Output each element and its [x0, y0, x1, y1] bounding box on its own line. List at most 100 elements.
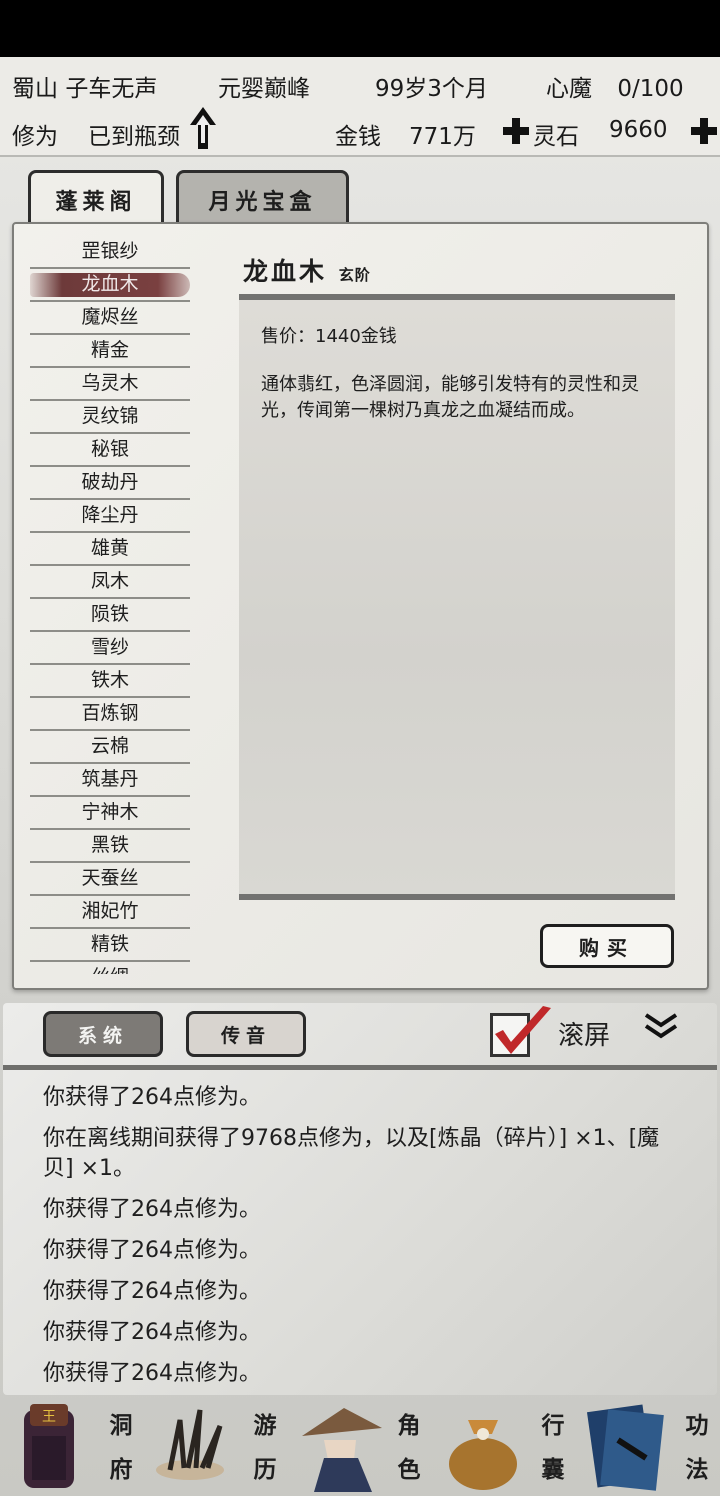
double-chevron-down-icon[interactable]: [643, 1011, 679, 1041]
list-item[interactable]: 秘银: [30, 434, 190, 467]
nav-label: 游历: [253, 1412, 277, 1483]
nav-cave-residence[interactable]: 王 洞府: [0, 1396, 144, 1496]
item-title: 龙血木 玄阶: [243, 252, 371, 288]
log-message: 你在离线期间获得了9768点修为，以及[炼晶（碎片）] ×1、[魔贝] ×1。: [43, 1126, 660, 1181]
nav-skills[interactable]: 功法: [576, 1396, 720, 1496]
item-label: 精铁: [90, 933, 129, 955]
tab-moonlight-box[interactable]: 月光宝盒: [176, 170, 349, 226]
nav-label: 洞府: [109, 1412, 133, 1483]
item-label: 乌灵木: [81, 372, 139, 394]
travel-icon: [156, 1409, 224, 1480]
list-item-selected[interactable]: 龙血木: [30, 269, 190, 302]
item-label: 凤木: [90, 570, 129, 592]
item-label: 陨铁: [90, 603, 129, 625]
list-item[interactable]: 凤木: [30, 566, 190, 599]
log-message: 你获得了264点修为。: [43, 1279, 261, 1304]
item-label: 筑基丹: [81, 768, 139, 790]
checkmark-icon: [495, 1006, 551, 1054]
heart-demon-value: 0/100: [617, 76, 684, 102]
nav-label: 功法: [685, 1412, 709, 1483]
add-money-icon[interactable]: [502, 117, 530, 145]
list-item[interactable]: 天蚕丝: [30, 863, 190, 896]
cultivation-label: 修为: [12, 124, 58, 150]
item-description: 通体翡红，色泽圆润，能够引发特有的灵性和灵光，传闻第一棵树乃真龙之血凝结而成。: [261, 374, 639, 421]
location-name-row: 蜀山 子车无声: [12, 69, 157, 103]
system-status-bar: [0, 0, 720, 57]
item-label: 秘银: [90, 438, 129, 460]
list-item[interactable]: 雪纱: [30, 632, 190, 665]
realm-label: 元婴巅峰: [218, 76, 310, 102]
item-label: 天蚕丝: [81, 867, 139, 889]
list-item[interactable]: 黑铁: [30, 830, 190, 863]
inventory-bag-icon: [449, 1420, 517, 1490]
svg-text:王: 王: [42, 1409, 56, 1425]
log-message: 你获得了264点修为。: [43, 1197, 261, 1222]
nav-character[interactable]: 角色: [288, 1396, 432, 1496]
character-name: 子车无声: [65, 76, 158, 102]
item-name: 龙血木: [243, 257, 328, 286]
nav-travel[interactable]: 游历: [144, 1396, 288, 1496]
list-item[interactable]: 丝绸: [30, 962, 190, 974]
list-item[interactable]: 乌灵木: [30, 368, 190, 401]
list-item[interactable]: 筑基丹: [30, 764, 190, 797]
buy-button[interactable]: 购买: [540, 924, 674, 968]
log-message: 你获得了264点修为。: [43, 1238, 261, 1263]
log-message: 你获得了264点修为。: [43, 1361, 261, 1386]
item-label: 龙血木: [81, 273, 139, 295]
list-item[interactable]: 灵纹锦: [30, 401, 190, 434]
list-item[interactable]: 降尘丹: [30, 500, 190, 533]
item-label: 云棉: [90, 735, 129, 757]
heart-demon: 心魔 0/100: [546, 69, 684, 103]
auto-scroll-checkbox[interactable]: [490, 1006, 551, 1057]
log-message: 你获得了264点修为。: [43, 1085, 261, 1110]
list-item[interactable]: 湘妃竹: [30, 896, 190, 929]
nav-label: 行囊: [541, 1412, 565, 1483]
spirit-stone-label: 灵石: [533, 124, 579, 150]
auto-scroll-label: 滚屏: [558, 1021, 611, 1051]
list-item[interactable]: 百炼钢: [30, 698, 190, 731]
list-item[interactable]: 破劫丹: [30, 467, 190, 500]
character-info-bar: 蜀山 子车无声 元婴巅峰 99岁3个月 心魔 0/100 修为 已到瓶颈 金钱 …: [0, 57, 720, 157]
item-label: 雪纱: [90, 636, 129, 658]
item-grade: 玄阶: [338, 266, 371, 284]
message-list[interactable]: 你获得了264点修为。 你在离线期间获得了9768点修为，以及[炼晶（碎片）] …: [43, 1083, 683, 1400]
list-item[interactable]: 雄黄: [30, 533, 190, 566]
item-price: 售价：1440金钱: [261, 326, 397, 347]
list-item[interactable]: 宁神木: [30, 797, 190, 830]
divider: [3, 1065, 717, 1070]
item-label: 黑铁: [90, 834, 129, 856]
list-item[interactable]: 罡银纱: [30, 236, 190, 269]
nav-inventory[interactable]: 行囊: [432, 1396, 576, 1496]
message-log-panel: 系统 传音 滚屏 你获得了264点修为。 你在离线期间获得了9768点修为，以及…: [3, 1003, 717, 1395]
item-label: 罡银纱: [81, 240, 139, 262]
item-label: 湘妃竹: [81, 900, 139, 922]
list-item[interactable]: 云棉: [30, 731, 190, 764]
add-spirit-stone-icon[interactable]: [690, 117, 718, 145]
item-label: 铁木: [90, 669, 129, 691]
skill-book-icon: [586, 1404, 664, 1491]
item-list[interactable]: 罡银纱 龙血木 魔烬丝 精金 乌灵木 灵纹锦 秘银 破劫丹 降尘丹 雄黄 凤木 …: [30, 236, 190, 974]
money-value: 771万: [409, 124, 476, 150]
cave-residence-icon: 王: [24, 1404, 74, 1488]
item-label: 破劫丹: [81, 471, 139, 493]
list-item[interactable]: 精铁: [30, 929, 190, 962]
list-item[interactable]: 精金: [30, 335, 190, 368]
shop-panel: 罡银纱 龙血木 魔烬丝 精金 乌灵木 灵纹锦 秘银 破劫丹 降尘丹 雄黄 凤木 …: [12, 222, 709, 990]
tab-system[interactable]: 系统: [43, 1011, 163, 1057]
tab-penglai-pavilion[interactable]: 蓬莱阁: [28, 170, 164, 226]
item-label: 雄黄: [90, 537, 129, 559]
item-label: 宁神木: [81, 801, 139, 823]
item-label: 丝绸: [91, 966, 129, 974]
tab-voice-message[interactable]: 传音: [186, 1011, 306, 1057]
list-item[interactable]: 陨铁: [30, 599, 190, 632]
item-label: 百炼钢: [81, 702, 139, 724]
bottom-navigation: 王 洞府 游历 角色 行囊 功法: [0, 1396, 720, 1496]
spirit-stone-value: 9660: [609, 117, 668, 143]
list-item[interactable]: 魔烬丝: [30, 302, 190, 335]
item-label: 降尘丹: [81, 504, 139, 526]
item-label: 魔烬丝: [81, 306, 139, 328]
log-message: 你获得了264点修为。: [43, 1320, 261, 1345]
location-label: 蜀山: [12, 76, 58, 102]
breakthrough-arrow-icon[interactable]: [188, 105, 218, 153]
list-item[interactable]: 铁木: [30, 665, 190, 698]
